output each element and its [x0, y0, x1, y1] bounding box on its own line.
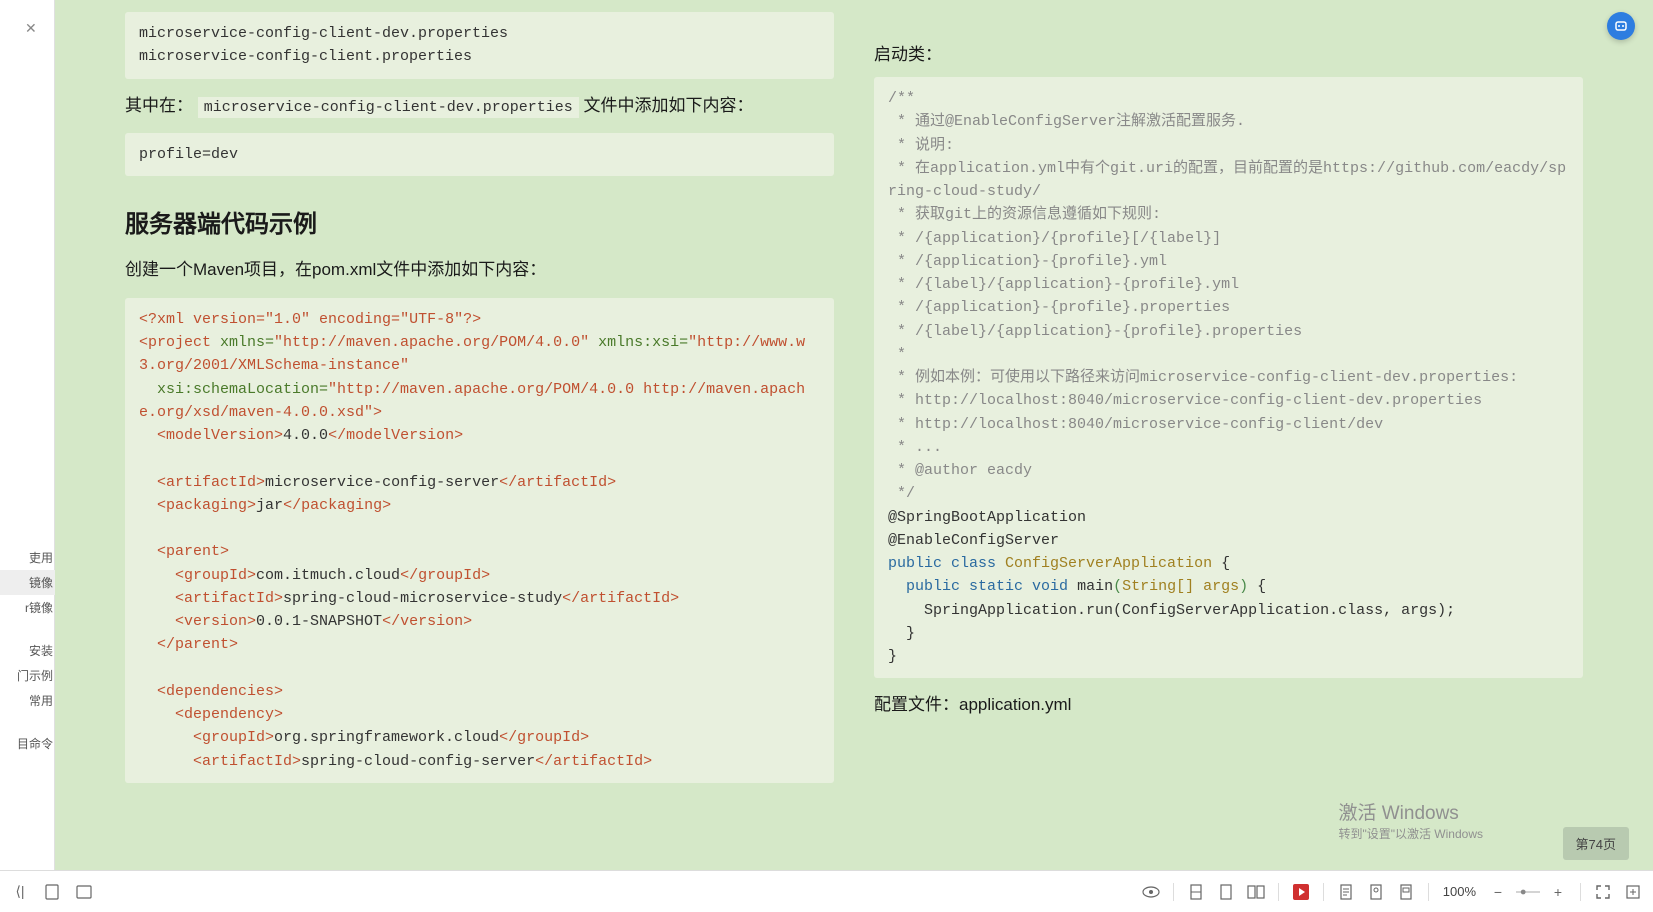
toc-item[interactable]: 常用: [0, 688, 55, 713]
toc-item: [0, 713, 55, 731]
code-block: profile=dev: [125, 133, 834, 176]
paragraph: 创建一个Maven项目，在pom.xml文件中添加如下内容：: [125, 255, 834, 286]
zoom-level[interactable]: 100%: [1439, 884, 1480, 899]
page-left: microservice-config-client-dev.propertie…: [55, 0, 854, 870]
view-single-icon[interactable]: [1184, 880, 1208, 904]
play-icon[interactable]: [1289, 880, 1313, 904]
page-icon[interactable]: [40, 880, 64, 904]
sidebar: ✕ 吏用 镜像 r镜像 安装 门示例 常用 目命令: [0, 0, 55, 870]
section-heading: 服务器端代码示例: [125, 204, 834, 239]
zoom-slider-icon[interactable]: [1516, 880, 1540, 904]
page-number-button[interactable]: 第74页: [1563, 827, 1629, 860]
zoom-out-icon[interactable]: −: [1486, 880, 1510, 904]
toc-item[interactable]: 吏用: [0, 545, 55, 570]
doc-icon-1[interactable]: [1334, 880, 1358, 904]
doc-icon-2[interactable]: [1364, 880, 1388, 904]
zoom-in-icon[interactable]: +: [1546, 880, 1570, 904]
sidebar-toc: 吏用 镜像 r镜像 安装 门示例 常用 目命令: [0, 545, 55, 756]
code-block: microservice-config-client-dev.propertie…: [125, 12, 834, 79]
inline-code: microservice-config-client-dev.propertie…: [198, 97, 579, 118]
paragraph: 其中在： microservice-config-client-dev.prop…: [125, 91, 834, 122]
view-continuous-icon[interactable]: [1214, 880, 1238, 904]
document-viewport: microservice-config-client-dev.propertie…: [55, 0, 1653, 870]
toc-item[interactable]: 镜像: [0, 570, 55, 595]
eye-icon[interactable]: [1139, 880, 1163, 904]
close-icon[interactable]: ✕: [25, 20, 37, 37]
toc-item[interactable]: r镜像: [0, 595, 55, 620]
code-block-pom: <?xml version="1.0" encoding="UTF-8"?> <…: [125, 298, 834, 783]
toc-item[interactable]: 目命令: [0, 731, 55, 756]
page-right: 启动类： /** * 通过@EnableConfigServer注解激活配置服务…: [854, 0, 1653, 870]
nav-back-icon[interactable]: ⟨|: [8, 880, 32, 904]
toc-item: [0, 620, 55, 638]
best-fit-icon[interactable]: [1621, 880, 1645, 904]
assistant-fab-icon[interactable]: [1607, 12, 1635, 40]
doc-icon-3[interactable]: [1394, 880, 1418, 904]
sub-heading: 启动类：: [874, 40, 1583, 65]
bottom-toolbar: ⟨|: [0, 870, 1653, 912]
toc-item[interactable]: 安装: [0, 638, 55, 663]
sub-heading: 配置文件：application.yml: [874, 690, 1583, 715]
toc-item[interactable]: 门示例: [0, 663, 55, 688]
code-block-java: /** * 通过@EnableConfigServer注解激活配置服务. * 说…: [874, 77, 1583, 678]
view-facing-icon[interactable]: [1244, 880, 1268, 904]
fullscreen-icon[interactable]: [1591, 880, 1615, 904]
page-wide-icon[interactable]: [72, 880, 96, 904]
